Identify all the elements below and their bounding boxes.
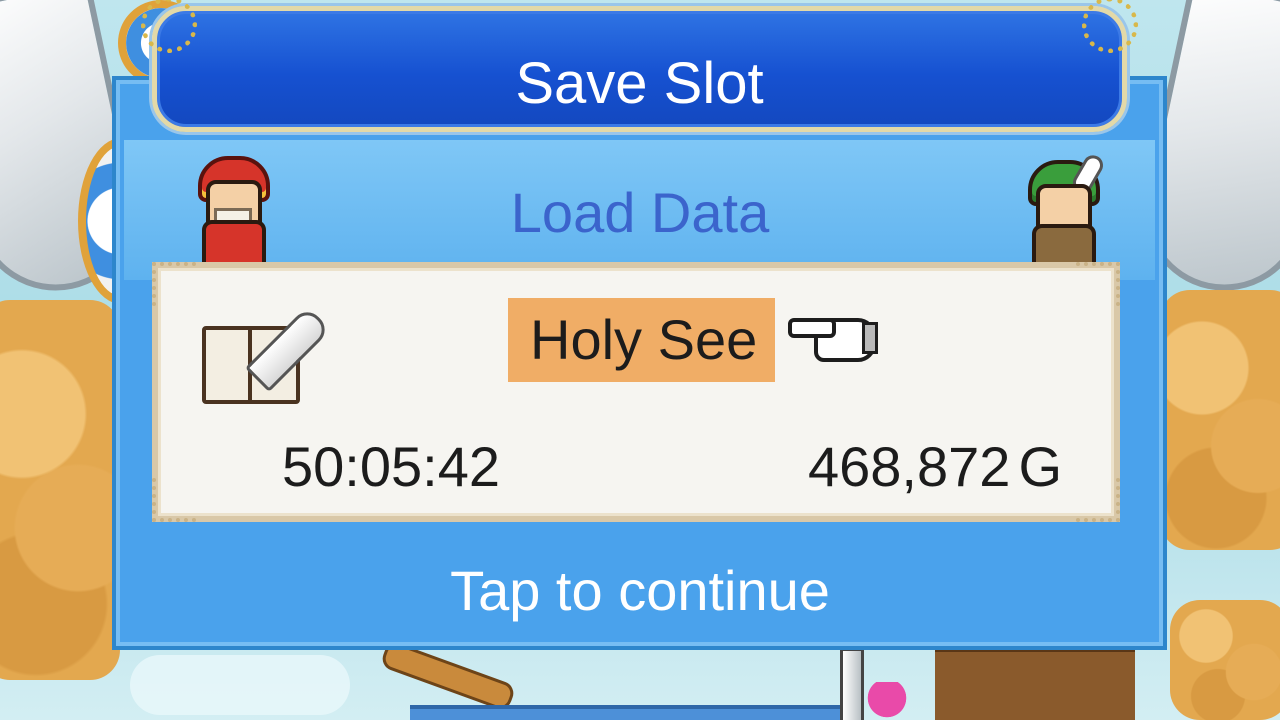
gold-value: 468,872: [808, 435, 1011, 498]
load-data-heading: Load Data: [510, 181, 770, 244]
dialog-title: Save Slot: [515, 51, 764, 116]
book-quill-icon: [200, 292, 332, 404]
cloud: [130, 655, 350, 715]
sword-sprite: [840, 648, 864, 720]
boat-hull: [410, 705, 850, 720]
tap-to-continue[interactable]: Tap to continue: [0, 558, 1280, 624]
hand-finger: [788, 318, 836, 338]
card-corner: [1076, 262, 1120, 306]
gold-amount: 468,872 G: [808, 432, 1062, 502]
game-scene: Save Slot Load Data Holy See 50:05:42 46…: [0, 0, 1280, 720]
boat-rail: [379, 639, 517, 713]
slot-name: Holy See: [530, 308, 758, 371]
dialog-title-bar: Save Slot: [141, 0, 1138, 132]
gold-unit: G: [1018, 435, 1062, 498]
pink-haired-character: [862, 682, 912, 720]
ship-deck: [935, 648, 1135, 720]
hand-cuff: [862, 322, 878, 354]
card-corner: [152, 478, 196, 522]
card-corner: [1076, 478, 1120, 522]
save-slot-card[interactable]: Holy See 50:05:42 468,872 G: [152, 262, 1120, 522]
card-corner: [152, 262, 196, 306]
slot-name-highlight: Holy See: [508, 298, 776, 382]
play-time: 50:05:42: [282, 435, 500, 498]
tree-right: [1160, 290, 1280, 550]
pointing-hand-icon: [788, 312, 878, 362]
